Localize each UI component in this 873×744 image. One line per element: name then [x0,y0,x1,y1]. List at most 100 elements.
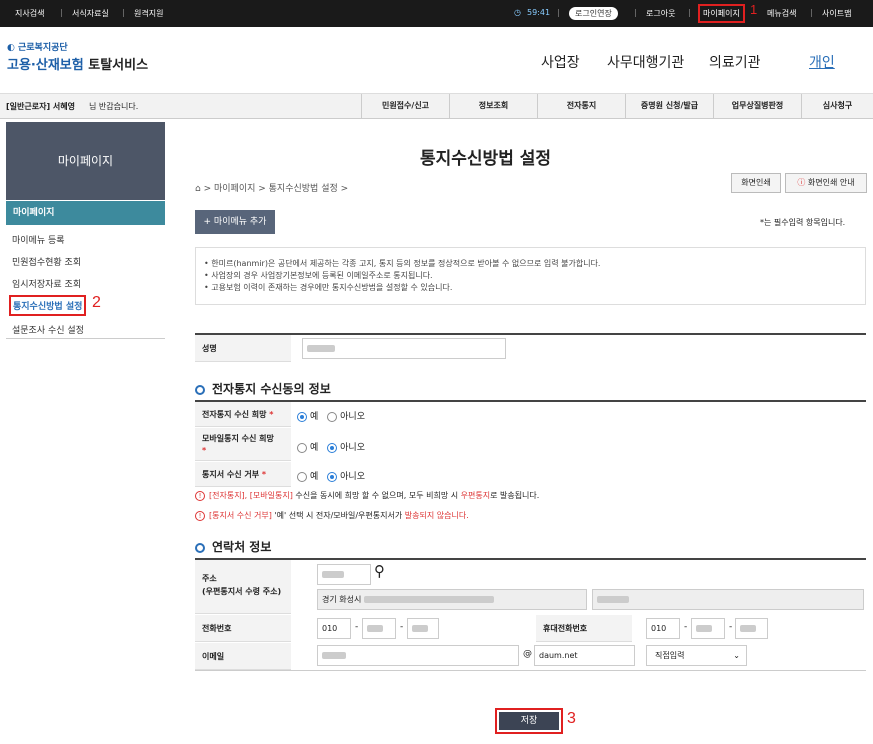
mobile-notice-label: 모바일통지 수신 희망 * [195,428,291,461]
home-icon[interactable]: ⌂ [195,184,201,194]
sidebar-header: 마이페이지 [6,122,165,200]
sidebar-item-complaint-status[interactable]: 민원접수현황 조회 [12,255,81,268]
radio-label: 예 [310,412,319,422]
notice-item: • 고용보험 이력이 존재하는 경우에만 통지수신방법을 설정할 수 있습니다. [204,283,453,292]
gnb-business[interactable]: 사업장 [541,52,580,72]
login-extend-button[interactable]: 로그인연장 [569,7,618,20]
e-notice-label: 전자통지 수신 희망 * [195,402,291,427]
notice-item: • 한미르(hanmir)은 공단에서 제공하는 각종 고지, 통지 등의 정보… [204,259,601,268]
separator: | [557,8,560,17]
mobile-last-field[interactable] [735,618,768,639]
notice-item: • 사업장의 경우 사업장기본정보에 등록된 이메일주소로 통지됩니다. [204,271,433,280]
zipcode-field[interactable] [317,564,371,585]
greeting: 님 반갑습니다. [89,102,139,111]
select-value: 직접입력 [655,651,685,660]
sidebar-item-survey[interactable]: 설문조사 수신 설정 [12,323,84,336]
separator: | [60,8,63,17]
e-notice-options: 예 아니오 [297,409,365,422]
table-bottom-border [195,670,866,671]
nav-disease-judgement[interactable]: 업무상질병판정 [713,94,801,118]
gnb-medical[interactable]: 의료기관 [709,52,761,72]
email-id-field[interactable] [317,645,519,666]
refuse-label: 통지서 수신 거부 * [195,462,291,487]
sidebar-caption: 마이페이지 [6,201,165,225]
mobile-notice-options: 예 아니오 [297,440,365,453]
refuse-no-radio[interactable] [327,471,338,482]
dash: - [355,622,359,632]
print-button[interactable]: 화면인쇄 [731,173,781,193]
phone-prefix-field[interactable]: 010 [317,618,351,639]
email-domain-select[interactable]: 직접입력 ⌄ [646,645,747,666]
alert-icon: ! [195,491,205,501]
nav-review-claim[interactable]: 심사청구 [801,94,873,118]
at-sign: @ [523,649,532,659]
radio-label: 아니오 [340,443,365,453]
mobile-mid-field[interactable] [691,618,725,639]
user-name: [일반근로자] 서혜영 [6,102,75,111]
nav-civil-complaint[interactable]: 민원접수/신고 [361,94,449,118]
mypage-link[interactable]: 마이페이지 [698,4,745,23]
section-title-consent: 전자통지 수신동의 정보 [195,380,331,397]
dash: - [400,622,404,632]
separator: | [122,8,125,17]
address-field[interactable]: 경기 화성시 [317,589,587,610]
address-detail-field[interactable] [592,589,864,610]
dash: - [684,622,688,632]
logout-link[interactable]: 로그아웃 [646,8,675,19]
branch-search-link[interactable]: 지사검색 [15,8,44,19]
remote-support-link[interactable]: 원격지원 [134,8,163,19]
mobile-prefix-field[interactable]: 010 [646,618,680,639]
phone-last-field[interactable] [407,618,439,639]
sidebar-item-mymenu[interactable]: 마이메뉴 등록 [12,233,65,246]
print-guide-button[interactable]: ⓘ 화면인쇄 안내 [785,173,867,193]
save-button[interactable]: 저장 [499,712,559,730]
gnb-agency[interactable]: 사무대행기관 [607,52,684,72]
menu-search-link[interactable]: 메뉴검색 [767,8,796,19]
nav-e-notice[interactable]: 전자통지 [537,94,625,118]
logo[interactable]: ◐ 근로복지공단 고용·산재보험 토탈서비스 [7,40,148,73]
phone-mid-field[interactable] [362,618,396,639]
name-field[interactable] [302,338,506,359]
session-timer: 59:41 [527,8,551,17]
radio-label: 아니오 [340,412,365,422]
print-guide-label: 화면인쇄 안내 [807,178,855,187]
top-utility-bar: 지사검색 | 서식자료실 | 원격지원 ◷ 59:41 | 로그인연장 | 로그… [0,0,873,27]
radio-label: 아니오 [340,472,365,482]
gnb-personal[interactable]: 개인 [809,52,835,72]
sidebar-item-temp-saved[interactable]: 임시저장자료 조회 [12,277,81,290]
radio-label: 예 [310,443,319,453]
breadcrumb-item[interactable]: 통지수신방법 설정 [269,184,338,194]
mobile-notice-yes-radio[interactable] [297,442,307,453]
alert-icon: ! [195,511,205,521]
nav-info-inquiry[interactable]: 정보조회 [449,94,537,118]
email-label: 이메일 [195,643,291,670]
forms-link[interactable]: 서식자료실 [72,8,109,19]
chevron-down-icon: ⌄ [733,651,740,660]
nav-certificate[interactable]: 증명원 신청/발급 [625,94,713,118]
section-title-contact: 연락처 정보 [195,538,271,555]
separator: | [810,8,813,17]
annotation-2: 2 [92,294,101,311]
sitemap-link[interactable]: 사이트맵 [822,8,851,19]
add-mymenu-button[interactable]: + 마이메뉴 추가 [195,210,275,234]
sidebar-item-notice-method[interactable]: 통지수신방법 설정 [9,295,87,316]
logo-icon: ◐ [7,43,18,53]
notice-box: • 한미르(hanmir)은 공단에서 제공하는 각종 고지, 통지 등의 정보… [195,247,866,305]
table-top-border [195,333,866,335]
e-notice-yes-radio[interactable] [297,411,307,422]
breadcrumb-item[interactable]: 마이페이지 [214,184,255,194]
mobile-notice-no-radio[interactable] [327,442,338,453]
search-icon[interactable]: ⚲ [374,562,385,580]
annotation-3: 3 [567,710,576,727]
table-top-border [195,400,866,402]
alert-icon: ⓘ [797,178,806,187]
mobile-label: 휴대전화번호 [536,615,632,642]
sidebar-divider [6,338,165,339]
radio-label: 예 [310,472,319,482]
separator: | [688,8,691,17]
name-label: 성명 [195,335,291,362]
email-domain-field[interactable]: daum.net [534,645,635,666]
e-notice-no-radio[interactable] [327,411,338,422]
refuse-yes-radio[interactable] [297,471,307,482]
dash: - [729,622,733,632]
